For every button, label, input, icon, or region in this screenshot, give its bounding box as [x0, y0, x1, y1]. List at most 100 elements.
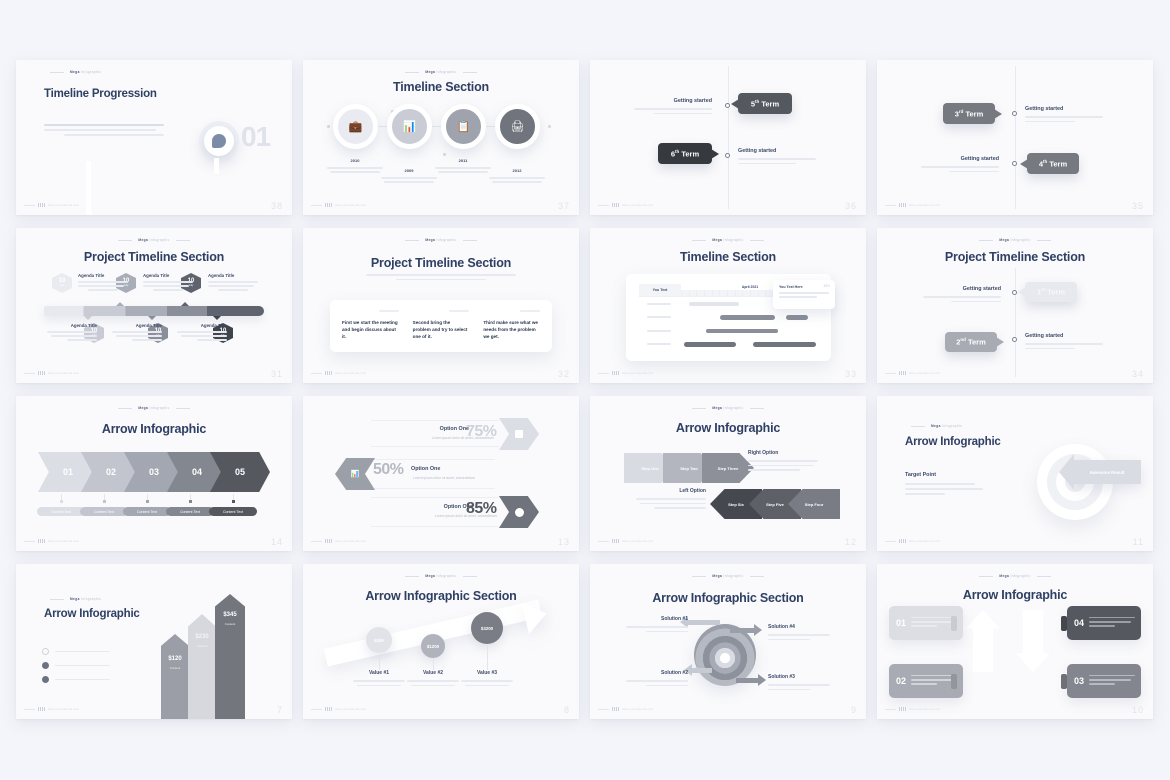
term-text-block: Getting started — [630, 98, 712, 117]
term-text-block: Getting started — [917, 156, 999, 175]
slide-thumbnail-31[interactable]: Mega Infographic Project Timeline Sectio… — [16, 228, 292, 383]
page-number: 35 — [1131, 201, 1144, 211]
slide-footer: www.yourwebsite.com — [885, 539, 940, 543]
bar-chart-icon: 📊 — [387, 104, 432, 149]
up-arrow-graphic — [966, 610, 1000, 672]
slide-kicker: Mega Infographic — [877, 238, 1153, 242]
info-box[interactable]: 03 — [1067, 664, 1141, 698]
slide-kicker: Mega Infographic — [44, 70, 101, 74]
term-bubble[interactable]: 3rd Term — [943, 103, 1002, 124]
slide-title: Arrow Infographic — [905, 436, 1001, 448]
value-label: Value #3 — [458, 670, 516, 689]
slide-thumbnail-37[interactable]: Mega Infographic Timeline Section 💼 📊 📋 … — [303, 60, 579, 215]
info-box-tab — [951, 674, 957, 689]
tooltip-percent: 65% — [823, 284, 830, 288]
slide-title: Arrow Infographic — [962, 588, 1068, 602]
option-heading: Option One — [439, 426, 469, 432]
slide-thumbnail-33[interactable]: Mega Infographic Timeline Section You Te… — [590, 228, 866, 383]
timeline-axis — [1015, 268, 1016, 377]
slide-kicker: Mega Infographic — [590, 574, 866, 578]
slide-thumbnail-11[interactable]: Mega Infographic Arrow Infographic Aweso… — [877, 396, 1153, 551]
term-bubble[interactable]: 6th Term — [658, 143, 719, 164]
percent-value: 85% — [466, 500, 497, 517]
card-column: Third make sure what we needs from the p… — [483, 310, 541, 342]
slide-thumbnail-9[interactable]: Mega Infographic Arrow Infographic Secti… — [590, 564, 866, 719]
term-bubble[interactable]: 5th Term — [731, 93, 792, 114]
agenda-text: Agenda Title — [45, 323, 97, 343]
slide-thumbnail-34[interactable]: Mega Infographic Project Timeline Sectio… — [877, 228, 1153, 383]
slide-thumbnail-13[interactable]: Option One Lorem ipsum dolor sit amet, c… — [303, 396, 579, 551]
slide-kicker: Mega Infographic — [16, 238, 292, 242]
step-caption: 2010 — [324, 158, 386, 175]
page-number: 34 — [1131, 369, 1144, 379]
slide-footer: www.yourwebsite.com — [311, 707, 366, 711]
page-number: 14 — [270, 537, 283, 547]
kicker-brand: Mega — [70, 70, 80, 74]
page-number: 36 — [844, 201, 857, 211]
timeline-node — [725, 103, 730, 108]
slide-kicker: Mega Infographic — [877, 574, 1153, 578]
slide-thumbnail-7[interactable]: Mega Infographic Arrow Infographic $120 … — [16, 564, 292, 719]
slide-thumbnail-35[interactable]: 3rd Term Getting started Getting started… — [877, 60, 1153, 215]
arrow-head-right — [754, 624, 762, 636]
solution-block: Solution #2 — [612, 670, 688, 689]
swirl-arrow — [730, 628, 756, 633]
timeline-node — [725, 153, 730, 158]
slide-thumbnail-8[interactable]: Mega Infographic Arrow Infographic Secti… — [303, 564, 579, 719]
slide-kicker: Mega Infographic — [303, 238, 579, 242]
slide-thumbnail-36[interactable]: Getting started 5th Term Getting started… — [590, 60, 866, 215]
swirl-arrow — [686, 620, 720, 625]
printer-icon: 🖨 — [495, 104, 540, 149]
slide-thumbnail-38[interactable]: Mega Infographic Timeline Progression 01… — [16, 60, 292, 215]
slide-kicker: Mega Infographic — [590, 238, 866, 242]
timeline-node — [1012, 111, 1017, 116]
slide-footer: www.yourwebsite.com — [598, 539, 653, 543]
timeline-track — [86, 161, 219, 215]
swirl-arrow — [736, 678, 760, 683]
agenda-marker: 10July — [52, 273, 72, 293]
slide-thumbnail-32[interactable]: Mega Infographic Project Timeline Sectio… — [303, 228, 579, 383]
agenda-text: Agenda Title — [175, 323, 227, 343]
info-box-tab — [1061, 616, 1067, 631]
slide-thumbnail-14[interactable]: Mega Infographic Arrow Infographic 01 02… — [16, 396, 292, 551]
bullet-item — [42, 676, 110, 683]
timeline-node — [1012, 161, 1017, 166]
step-number: 01 — [241, 121, 271, 152]
slide-footer: www.yourwebsite.com — [311, 539, 366, 543]
slide-footer: www.yourwebsite.com — [311, 371, 366, 375]
card-column: First we start the meeting and begin dis… — [342, 310, 399, 342]
agenda-text: Agenda Title — [110, 323, 162, 343]
swirl-arrow — [690, 668, 712, 673]
chevron-marker — [499, 496, 539, 528]
arrow-step[interactable]: Step Three — [702, 453, 754, 483]
term-bubble[interactable]: 4th Term — [1020, 153, 1079, 174]
slide-footer: www.yourwebsite.com — [885, 371, 940, 375]
info-box[interactable]: 04 — [1067, 606, 1141, 640]
arrow-label-pill: Content Text — [80, 507, 128, 516]
percent-value: 50% — [373, 461, 404, 478]
slide-title: Arrow Infographic — [675, 421, 781, 435]
term-bubble[interactable]: 2nd Term — [945, 332, 1004, 352]
agenda-text: Agenda Title — [208, 273, 260, 293]
result-arrow: Awesome Result — [1059, 454, 1141, 490]
slide-footer: www.yourwebsite.com — [598, 203, 653, 207]
down-arrow-graphic — [1016, 610, 1050, 672]
slide-thumbnail-12[interactable]: Mega Infographic Arrow Infographic Step … — [590, 396, 866, 551]
clipboard-icon: 📋 — [441, 104, 486, 149]
agenda-text: Agenda Title — [143, 273, 195, 293]
slide-title: Timeline Section — [680, 250, 776, 264]
term-bubble[interactable]: 1st Term — [1018, 282, 1077, 302]
term-text-block: Getting started — [1025, 106, 1107, 125]
term-text-block: Getting started — [919, 286, 1001, 305]
slide-thumbnail-10[interactable]: Mega Infographic Arrow Infographic 01 02… — [877, 564, 1153, 719]
card-column: Second bring the problem and try to sele… — [413, 310, 470, 342]
slide-kicker: Mega Infographic — [905, 424, 962, 428]
slide-footer: www.yourwebsite.com — [598, 371, 653, 375]
slide-title: Timeline Section — [393, 80, 489, 94]
target-point-block: Target Point — [905, 472, 985, 498]
slide-title: Project Timeline Section — [944, 250, 1086, 264]
slide-footer: www.yourwebsite.com — [24, 539, 79, 543]
value-circle: $200 — [366, 627, 392, 653]
timeline-marker — [199, 121, 239, 161]
slide-title: Arrow Infographic — [101, 422, 207, 436]
